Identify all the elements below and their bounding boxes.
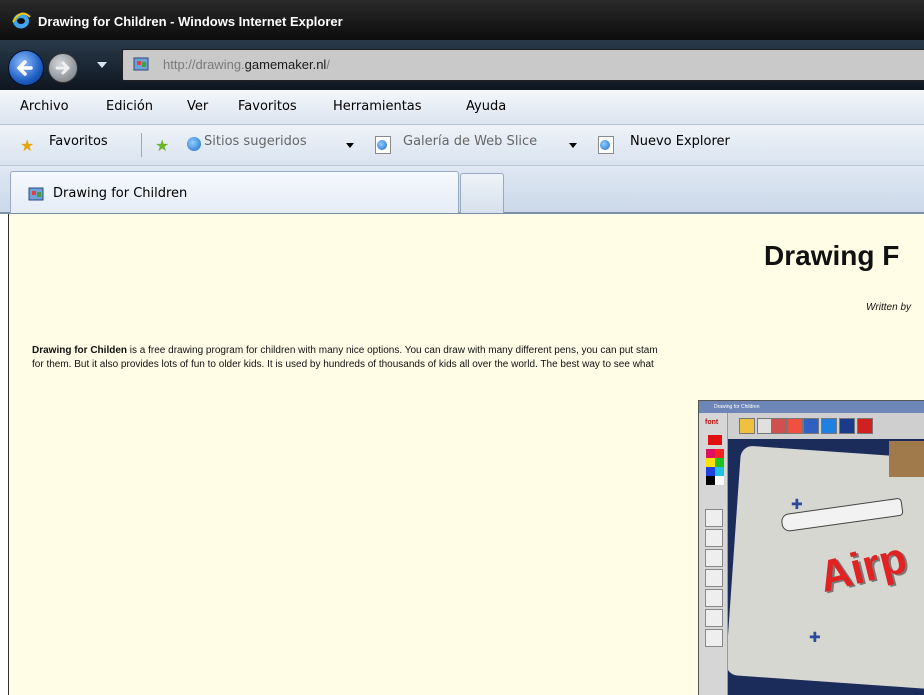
spray-tool-icon [705, 549, 723, 567]
back-button[interactable] [8, 50, 44, 86]
eraser-tool-icon [705, 629, 723, 647]
webslice-page-icon [375, 136, 391, 154]
intro-bold: Drawing for Childen [32, 345, 127, 356]
url-suffix: / [326, 57, 330, 72]
color-swatch [706, 458, 715, 467]
new-explorer-link[interactable]: Nuevo Explorer [630, 134, 730, 156]
menu-favoritos[interactable]: Favoritos [238, 99, 297, 114]
arrow-right-icon [55, 61, 71, 75]
window-title-bar: Drawing for Children - Windows Internet … [0, 0, 924, 40]
color-swatch [706, 467, 715, 476]
window-title: Drawing for Children - Windows Internet … [38, 14, 343, 29]
color-swatch [715, 458, 724, 467]
intro-line-1: is a free drawing program for children w… [127, 345, 658, 356]
tab-drawing-for-children[interactable]: Drawing for Children [10, 171, 459, 213]
new-tab-button[interactable] [460, 173, 504, 213]
page-content: Drawing F Written by Drawing for Childen… [8, 214, 924, 695]
color-swatch [715, 449, 724, 458]
pen-tool-icon [705, 509, 723, 527]
favorites-button[interactable]: Favoritos [49, 134, 108, 156]
toolbar-tool-icon [787, 418, 803, 434]
toolbar-tool-icon [857, 418, 873, 434]
color-swatch [706, 449, 715, 458]
color-swatch [706, 476, 715, 485]
intro-paragraph: Drawing for Childen is a free drawing pr… [32, 344, 924, 372]
menu-archivo[interactable]: Archivo [20, 99, 69, 114]
site-favicon-icon [133, 57, 149, 71]
url-domain: gamemaker.nl [244, 57, 327, 72]
intro-line-2: for them. But it also provides lots of f… [32, 359, 654, 370]
address-bar[interactable]: http://drawing.gamemaker.nl/ [122, 49, 924, 81]
page-byline: Written by [866, 302, 912, 313]
chevron-down-icon[interactable] [569, 143, 577, 148]
font-label: font [705, 419, 719, 426]
toolbar-tool-icon [803, 418, 819, 434]
forward-button[interactable] [48, 53, 78, 83]
toolbar-tool-icon [839, 418, 855, 434]
content-border [8, 214, 9, 695]
favorites-star-icon: ★ [20, 136, 35, 155]
menu-herramientas[interactable]: Herramientas [333, 99, 422, 114]
screenshot-palette: font [699, 413, 728, 695]
add-favorite-icon[interactable]: ★ [155, 136, 169, 155]
ie-logo-icon [12, 12, 31, 29]
url-prefix: http://drawing. [163, 57, 245, 72]
arrow-left-icon [16, 60, 33, 76]
cross-icon: ✚ [809, 629, 821, 645]
address-url[interactable]: http://drawing.gamemaker.nl/ [163, 57, 330, 72]
suggested-sites-icon [187, 137, 201, 151]
marker-tool-icon [705, 569, 723, 587]
screenshot-window-title: Drawing for Children [699, 401, 924, 413]
toolbar-tool-icon [739, 418, 755, 434]
screenshot-toolbar [699, 413, 924, 439]
toolbar-tool-icon [771, 418, 787, 434]
menu-ayuda[interactable]: Ayuda [466, 99, 506, 114]
suggested-sites-button[interactable]: Sitios sugeridos [204, 134, 307, 156]
color-swatch [715, 476, 724, 485]
navigation-bar: http://drawing.gamemaker.nl/ [0, 40, 924, 90]
webslice-gallery-button[interactable]: Galería de Web Slice [403, 134, 537, 156]
favorites-bar: ★ Favoritos ★ Sitios sugeridos Galería d… [0, 125, 924, 166]
brush-tool-icon [705, 529, 723, 547]
menu-ver[interactable]: Ver [187, 99, 208, 114]
crayon-tool-icon [705, 589, 723, 607]
toolbar-tool-icon [821, 418, 837, 434]
tab-bar: Drawing for Children [0, 166, 924, 214]
menu-edicion[interactable]: Edición [106, 99, 153, 114]
color-swatch [715, 467, 724, 476]
chevron-down-icon[interactable] [346, 143, 354, 148]
recent-pages-dropdown[interactable] [97, 62, 107, 68]
color-swatch [708, 435, 722, 445]
app-screenshot-image: Airp ✚ ✚ Drawing for Children font [698, 400, 924, 695]
menu-bar: Archivo Edición Ver Favoritos Herramient… [0, 90, 924, 125]
pencil-tool-icon [705, 609, 723, 627]
new-explorer-page-icon [598, 136, 614, 154]
site-favicon-icon [28, 187, 44, 201]
tab-label: Drawing for Children [53, 186, 188, 201]
favorites-separator [141, 133, 142, 157]
cross-icon: ✚ [791, 496, 803, 512]
page-heading: Drawing F [764, 240, 900, 271]
wood-sign-shape [889, 441, 924, 477]
